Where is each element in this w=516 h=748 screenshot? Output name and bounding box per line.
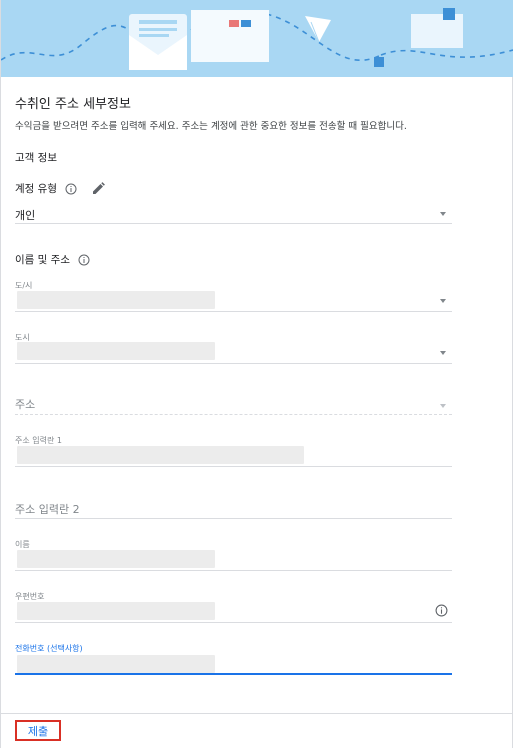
account-type-select[interactable] xyxy=(15,223,452,224)
name-input[interactable] xyxy=(17,550,215,568)
state-label: 도/시 xyxy=(15,281,33,290)
account-type-value: 개인 xyxy=(15,209,36,222)
phone-label: 전화번호 (선택사항) xyxy=(15,644,83,653)
city-underline xyxy=(15,363,452,364)
name-address-label-row: 이름 및 주소 xyxy=(15,252,90,267)
page-description: 수익금을 받으려면 주소를 입력해 주세요. 주소는 계정에 관한 중요한 정보… xyxy=(15,121,407,132)
postal-code-label: 우편번호 xyxy=(15,592,45,601)
paper-plane-icon xyxy=(305,16,331,43)
dropdown-arrow-icon[interactable] xyxy=(440,351,446,355)
info-icon[interactable] xyxy=(78,254,90,266)
account-type-label: 계정 유형 xyxy=(15,183,57,195)
mail-illustration xyxy=(1,8,513,70)
name-label: 이름 xyxy=(15,540,30,549)
address-line1-input[interactable] xyxy=(17,446,304,464)
info-icon[interactable] xyxy=(435,604,448,617)
dropdown-arrow-icon[interactable] xyxy=(440,212,446,216)
envelope-icon xyxy=(129,14,187,70)
info-icon[interactable] xyxy=(65,183,77,195)
pencil-icon[interactable] xyxy=(91,181,106,196)
letter-card-icon xyxy=(191,10,269,62)
postal-code-underline xyxy=(15,622,452,623)
address-line1-label: 주소 입력란 1 xyxy=(15,436,62,445)
state-underline xyxy=(15,311,452,312)
address-line2-underline xyxy=(15,518,452,519)
submit-button[interactable]: 제출 xyxy=(15,720,61,741)
address-label: 주소 xyxy=(15,398,36,411)
dropdown-arrow-icon xyxy=(440,404,446,408)
postal-code-input[interactable] xyxy=(17,602,215,620)
section-title: 고객 정보 xyxy=(15,152,57,164)
name-underline xyxy=(15,570,452,571)
header-banner xyxy=(1,0,513,77)
state-select[interactable] xyxy=(17,291,215,309)
account-type-label-row: 계정 유형 xyxy=(15,181,106,196)
phone-input[interactable] xyxy=(17,655,215,673)
address-line1-underline xyxy=(15,466,452,467)
city-select[interactable] xyxy=(17,342,215,360)
address-line2-input[interactable]: 주소 입력란 2 xyxy=(15,501,80,517)
page-title: 수취인 주소 세부정보 xyxy=(15,97,131,112)
name-address-label: 이름 및 주소 xyxy=(15,254,70,266)
footer-divider xyxy=(1,713,513,714)
mailbox-icon xyxy=(374,8,463,67)
dropdown-arrow-icon[interactable] xyxy=(440,299,446,303)
payment-address-page: 수취인 주소 세부정보 수익금을 받으려면 주소를 입력해 주세요. 주소는 계… xyxy=(0,0,513,748)
phone-underline xyxy=(15,673,452,675)
address-select xyxy=(15,414,452,415)
